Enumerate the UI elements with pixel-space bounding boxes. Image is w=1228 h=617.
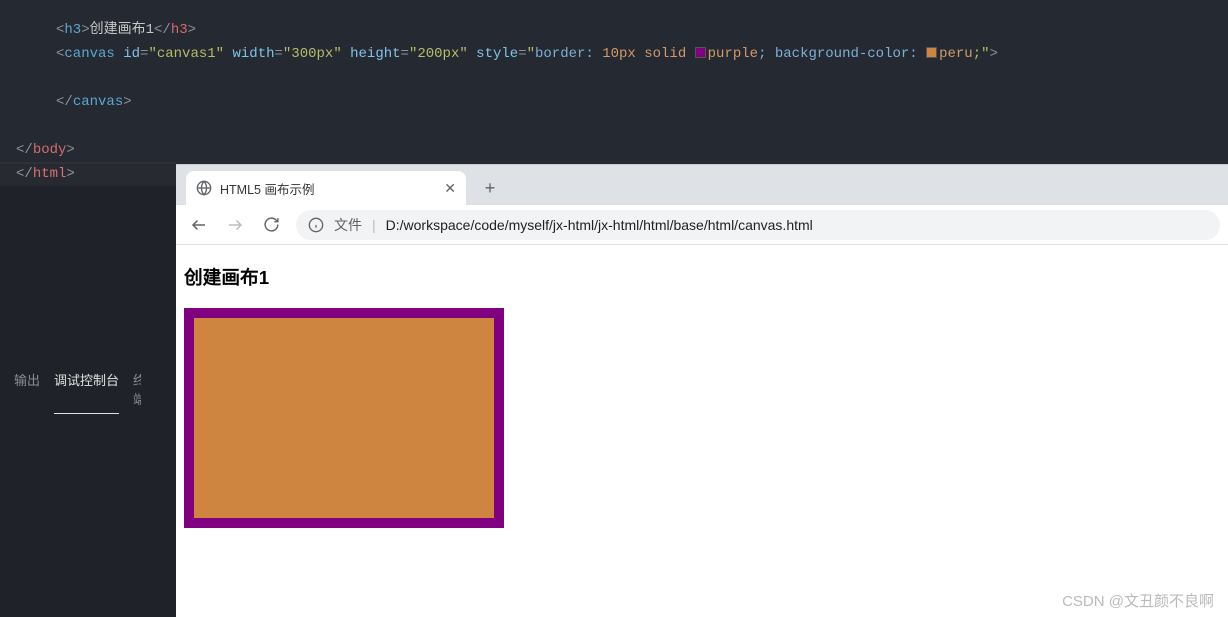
- arrow-right-icon: [226, 216, 244, 234]
- address-prefix: 文件: [334, 215, 362, 235]
- browser-tab[interactable]: HTML5 画布示例 ✕: [186, 171, 466, 205]
- code-editor[interactable]: <h3>创建画布1</h3> <canvas id="canvas1" widt…: [0, 0, 1228, 164]
- panel-tab-output[interactable]: 输出: [14, 370, 40, 414]
- close-icon[interactable]: ✕: [444, 180, 456, 197]
- forward-button[interactable]: [220, 210, 250, 240]
- panel-tab-terminal[interactable]: 终端: [133, 370, 141, 414]
- page-heading: 创建画布1: [184, 263, 1220, 290]
- address-separator: |: [372, 217, 376, 233]
- browser-toolbar: 文件 | D:/workspace/code/myself/jx-html/jx…: [176, 205, 1228, 245]
- code-line-3[interactable]: </canvas>: [0, 90, 1228, 114]
- reload-button[interactable]: [256, 210, 286, 240]
- color-swatch-purple: [695, 47, 706, 58]
- info-icon: [308, 217, 324, 233]
- arrow-left-icon: [190, 216, 208, 234]
- address-path: D:/workspace/code/myself/jx-html/jx-html…: [386, 217, 813, 233]
- color-swatch-peru: [926, 47, 937, 58]
- code-line-blank[interactable]: [0, 66, 1228, 90]
- code-line-blank2[interactable]: [0, 114, 1228, 138]
- line-highlight: [0, 162, 176, 186]
- browser-tab-title: HTML5 画布示例: [220, 179, 436, 198]
- address-bar[interactable]: 文件 | D:/workspace/code/myself/jx-html/jx…: [296, 210, 1220, 240]
- panel-tabs: 输出 调试控制台 终端: [0, 370, 176, 414]
- reload-icon: [263, 216, 280, 233]
- browser-tabstrip: HTML5 画布示例 ✕ +: [176, 165, 1228, 205]
- code-line-2[interactable]: <canvas id="canvas1" width="300px" heigh…: [0, 42, 1228, 66]
- globe-icon: [196, 180, 212, 196]
- code-line-1[interactable]: <h3>创建画布1</h3>: [0, 18, 1228, 42]
- canvas-element: [184, 308, 504, 528]
- browser-window: HTML5 画布示例 ✕ + 文件 | D:/workspace/code/my…: [176, 164, 1228, 617]
- back-button[interactable]: [184, 210, 214, 240]
- panel-tab-debug-console[interactable]: 调试控制台: [54, 370, 119, 414]
- page-content: 创建画布1: [176, 245, 1228, 617]
- new-tab-button[interactable]: +: [476, 174, 504, 202]
- code-line-4[interactable]: </body>: [0, 138, 1228, 162]
